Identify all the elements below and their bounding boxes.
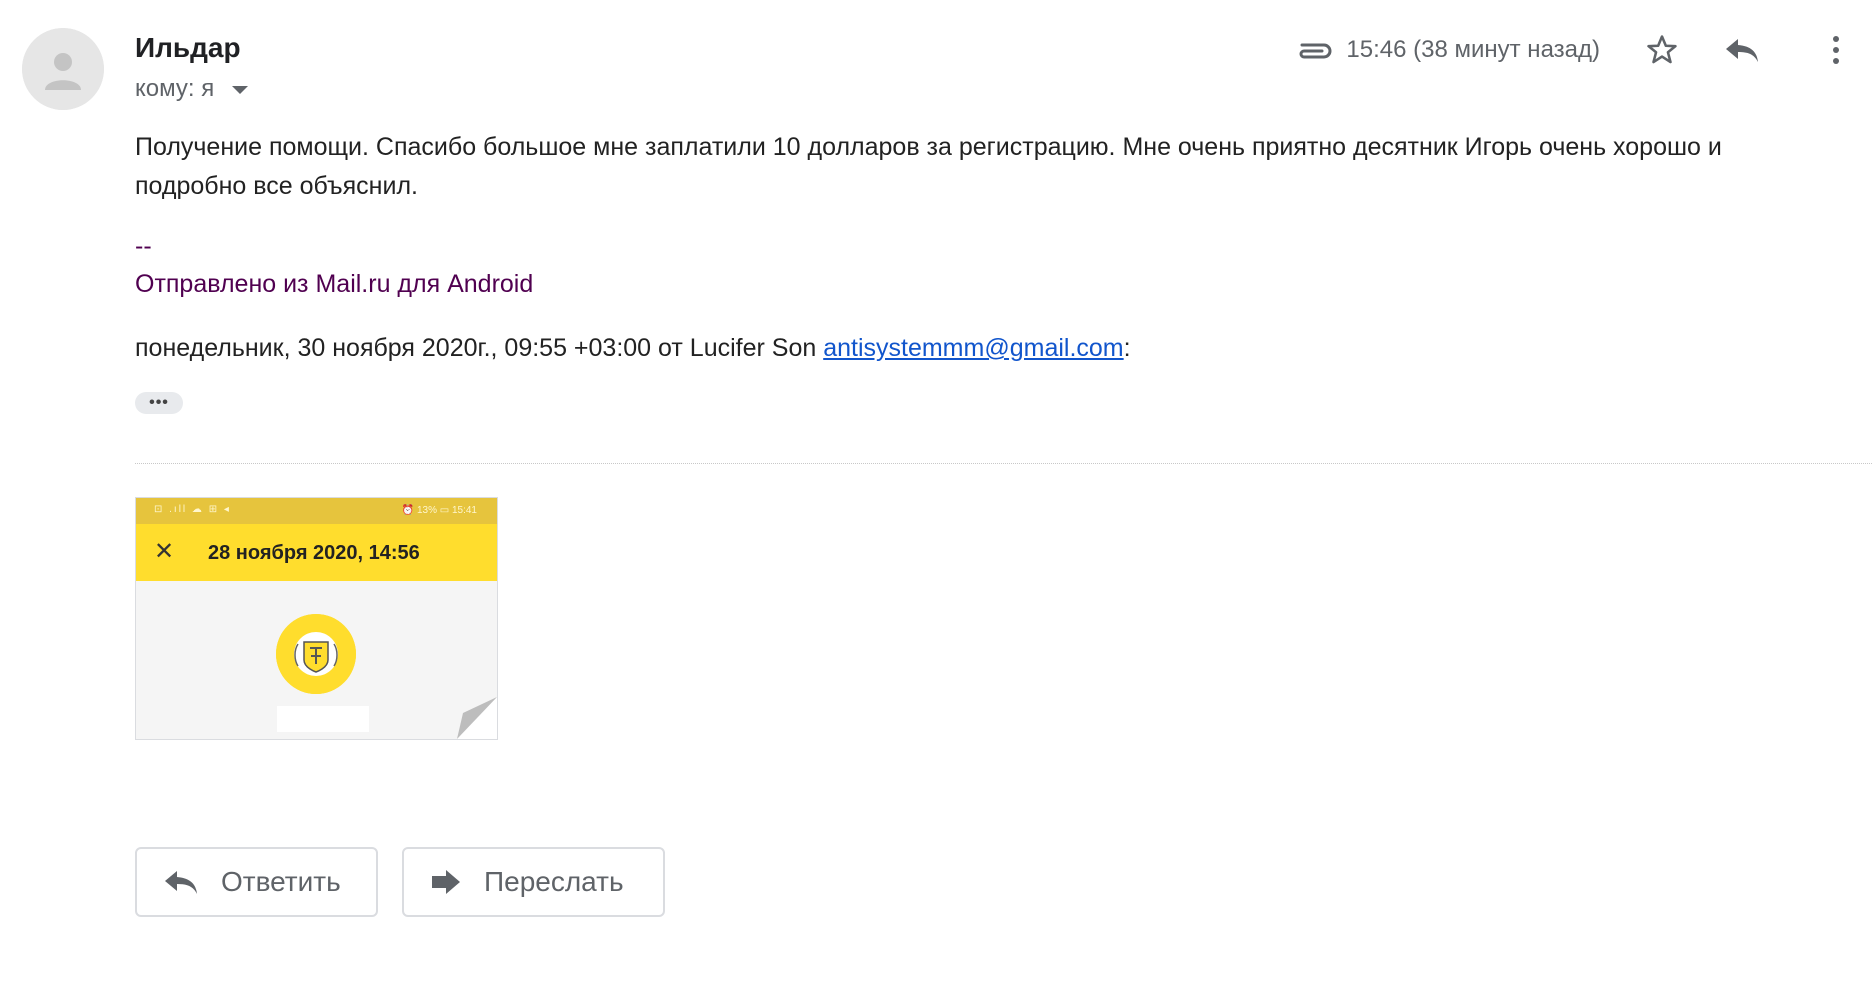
status-icons-left: ⊡ .ıll ☁ ⊞ ◂	[154, 504, 231, 515]
status-icons-right: ⏰ 13% ▭ 15:41	[401, 505, 477, 516]
sender-name: Ильдар	[135, 32, 241, 63]
bank-logo	[276, 614, 356, 694]
caret-down-icon	[232, 86, 249, 94]
recipient-details-toggle[interactable]: кому: я	[135, 75, 249, 103]
amount-placeholder	[277, 706, 369, 732]
recipient-label: кому: я	[135, 75, 215, 102]
show-trimmed-content-button[interactable]: •••	[135, 392, 183, 414]
forward-action-label: Переслать	[484, 866, 624, 897]
reply-arrow-icon	[165, 871, 197, 894]
message-time: 15:46 (38 минут назад)	[1346, 36, 1600, 63]
page-curl-icon	[457, 697, 497, 739]
crest-icon	[276, 614, 356, 694]
attachment-divider	[135, 463, 1872, 464]
quote-header-colon: :	[1123, 334, 1131, 362]
paperclip-icon	[1299, 43, 1332, 59]
reply-button[interactable]	[1720, 28, 1764, 72]
quote-email-link[interactable]: antisystemmm@gmail.com	[823, 334, 1123, 362]
star-button[interactable]	[1640, 28, 1684, 72]
reply-action-button[interactable]: Ответить	[135, 847, 378, 917]
forward-arrow-icon	[432, 870, 460, 894]
phone-status-bar: ⊡ .ıll ☁ ⊞ ◂ ⏰ 13% ▭ 15:41	[136, 498, 497, 524]
star-icon	[1647, 35, 1677, 64]
person-icon	[22, 28, 104, 110]
quote-header: понедельник, 30 ноября 2020г., 09:55 +03…	[135, 334, 1131, 363]
message-body: Получение помощи. Спасибо большое мне за…	[135, 133, 1722, 200]
signature-separator: --	[135, 232, 152, 260]
close-icon: ✕	[154, 538, 175, 565]
app-header-title: 28 ноября 2020, 14:56	[208, 542, 420, 564]
sender-avatar[interactable]	[22, 28, 104, 110]
forward-action-button[interactable]: Переслать	[402, 847, 665, 917]
more-vert-icon	[1833, 36, 1839, 64]
image-attachment[interactable]: ⊡ .ıll ☁ ⊞ ◂ ⏰ 13% ▭ 15:41 ✕ 28 ноября 2…	[135, 497, 498, 740]
reply-icon	[1726, 39, 1758, 62]
quote-header-text: понедельник, 30 ноября 2020г., 09:55 +03…	[135, 334, 824, 362]
signature-text: Отправлено из Mail.ru для Android	[135, 270, 534, 298]
header-actions: 15:46 (38 минут назад)	[1294, 28, 1872, 72]
reply-action-label: Ответить	[221, 866, 341, 897]
app-header: ✕ 28 ноября 2020, 14:56	[136, 524, 497, 581]
more-options-button[interactable]	[1814, 28, 1858, 72]
